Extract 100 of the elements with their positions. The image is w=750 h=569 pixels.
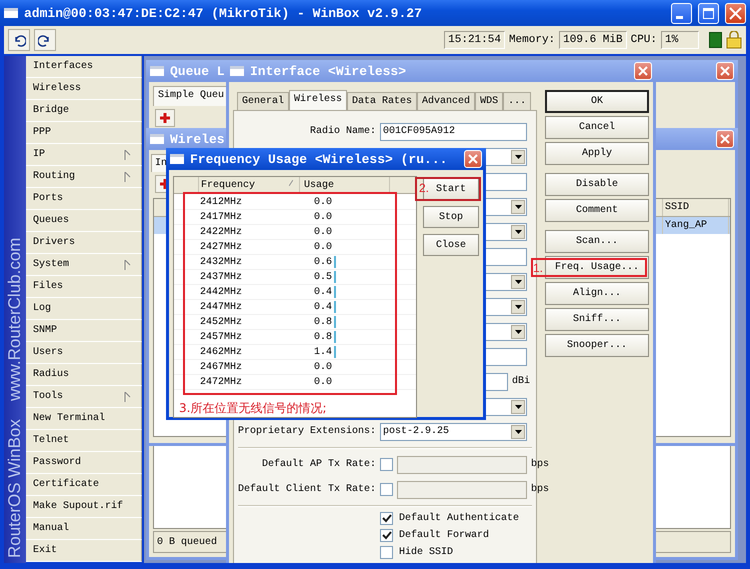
menu-item[interactable]: PPP (26, 122, 142, 144)
menu-item[interactable]: Users (26, 342, 142, 364)
close-icon (729, 6, 742, 20)
menu-item[interactable]: Interfaces (26, 56, 142, 78)
column-header[interactable]: SSID (663, 199, 729, 216)
window-icon (150, 134, 164, 144)
menu-item[interactable]: Drivers (26, 232, 142, 254)
window-title: Queue L (170, 64, 225, 78)
table-cell-text: 2462MHz (199, 346, 244, 358)
menu-item[interactable]: Queues (26, 210, 142, 232)
unit-label: bps (531, 459, 550, 470)
window-icon (230, 66, 244, 76)
dialog-button[interactable]: Disable (545, 173, 649, 196)
checkbox[interactable] (380, 512, 393, 525)
dropdown-arrow-icon (514, 154, 522, 158)
table-cell-text: 0.0 (313, 212, 332, 222)
table-cell-text: 0.0 (313, 376, 332, 388)
menu-item[interactable]: Telnet (26, 430, 142, 452)
table-cell: Yang_AP (663, 217, 729, 234)
table-cell: 0.8 (301, 316, 336, 328)
minimize-button[interactable] (671, 2, 692, 24)
dialog-button[interactable]: OK (545, 90, 649, 113)
dialog-button[interactable]: Apply (545, 142, 649, 165)
menu-item-label: Make Supout.rif (33, 501, 124, 512)
add-button[interactable] (155, 109, 175, 127)
tab[interactable]: Data Rates (347, 92, 418, 110)
menu-item[interactable]: Bridge (26, 100, 142, 122)
dialog-button[interactable]: Align... (545, 282, 649, 305)
input-field[interactable] (397, 480, 527, 498)
close-button[interactable] (725, 2, 746, 24)
window-title: admin@00:03:47:DE:C2:47 (MikroTik) - WinBox v2.9.27 (24, 6, 423, 20)
checkbox-label: Default Authenticate (399, 513, 520, 524)
dialog-button[interactable]: Sniff... (545, 308, 649, 331)
tab[interactable]: Advanced (417, 92, 476, 110)
checkbox[interactable] (380, 546, 393, 559)
menu-item-label: Wireless (33, 83, 82, 94)
menu-item[interactable]: New Terminal (26, 408, 142, 430)
menu-item[interactable]: Certificate (26, 474, 142, 496)
close-button[interactable] (716, 130, 734, 148)
table-cell-text: 0.0 (313, 196, 332, 208)
input-field[interactable]: 001CF095A912 (380, 122, 527, 140)
menu-item[interactable]: Wireless (26, 78, 142, 100)
menu-item[interactable]: Tools (26, 386, 142, 408)
menu-item-label: IP (33, 149, 46, 160)
table-cell-text: 2467MHz (199, 362, 244, 372)
dialog-button[interactable]: Scan... (545, 230, 649, 253)
checkbox[interactable] (380, 483, 393, 496)
window-icon (170, 154, 184, 164)
menu-item-label: New Terminal (33, 413, 106, 424)
dialog-title: Frequency Usage <Wireless> (ru... (190, 152, 448, 166)
table-cell: 0.6 (301, 256, 336, 268)
table-cell-text: 2427MHz (199, 242, 244, 252)
menu-item[interactable]: Make Supout.rif (26, 496, 142, 518)
lock-icon (726, 31, 742, 49)
menu-item-label: Certificate (33, 479, 100, 490)
close-button[interactable] (716, 62, 734, 80)
dialog-button[interactable]: Close (423, 234, 479, 256)
undo-button[interactable] (8, 29, 30, 51)
menu-item[interactable]: Routing (26, 166, 142, 188)
checkbox[interactable] (380, 529, 393, 542)
menu-item-label: Telnet (33, 435, 70, 446)
close-button[interactable] (464, 150, 482, 168)
column-header[interactable]: Frequency (199, 177, 300, 193)
menu-item-label: Bridge (33, 105, 70, 116)
redo-button[interactable] (34, 29, 56, 51)
dialog-button[interactable]: Cancel (545, 116, 649, 139)
menu-item[interactable]: Radius (26, 364, 142, 386)
menu-item[interactable]: Manual (26, 518, 142, 540)
close-button[interactable] (634, 62, 652, 80)
tab[interactable]: General (237, 92, 290, 110)
column-header[interactable]: Usage (300, 177, 390, 193)
time-display: 15:21:54 (444, 31, 505, 49)
unit-label: dBi (512, 376, 530, 387)
window-title: Wireles (170, 132, 225, 146)
menu-item[interactable]: SNMP (26, 320, 142, 342)
menu-item[interactable]: IP (26, 144, 142, 166)
menu-item[interactable]: Exit (26, 540, 142, 562)
menu-item[interactable]: Password (26, 452, 142, 474)
tab[interactable]: Wireless (289, 90, 348, 110)
dialog-button[interactable]: Stop (423, 206, 479, 228)
dropdown-field[interactable]: post-2.9.25 (380, 422, 527, 440)
dropdown-arrow-icon (514, 404, 522, 408)
table-cell: 0.4 (301, 286, 336, 298)
menu-item[interactable]: Files (26, 276, 142, 298)
tab[interactable]: ... (503, 92, 532, 110)
checkbox[interactable] (380, 458, 393, 471)
input-field[interactable] (397, 456, 527, 474)
menu-item[interactable]: Log (26, 298, 142, 320)
menu-item-label: Password (33, 457, 82, 468)
menu-item[interactable]: System (26, 254, 142, 276)
menu-item-label: Files (33, 281, 64, 292)
table-cell-text: 0.0 (313, 362, 332, 372)
dialog-button[interactable]: Comment (545, 199, 649, 222)
dialog-button[interactable]: Snooper... (545, 334, 649, 357)
table-cell-text: 0.0 (313, 242, 332, 252)
tab[interactable]: WDS (475, 92, 504, 110)
maximize-button[interactable] (698, 2, 719, 24)
field-label: Proprietary Extensions: (238, 426, 376, 437)
close-icon (720, 66, 730, 76)
menu-item[interactable]: Ports (26, 188, 142, 210)
